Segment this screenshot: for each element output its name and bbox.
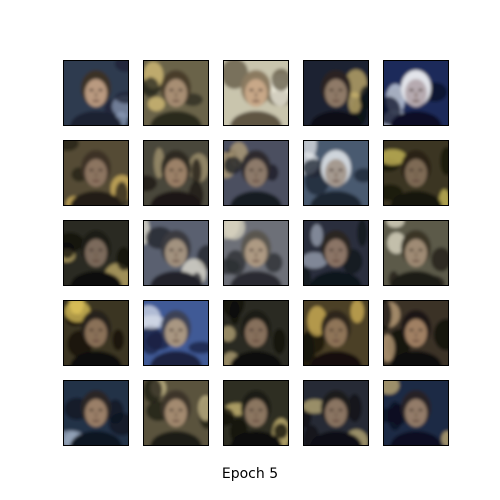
generated-face-image <box>304 301 368 365</box>
sample-tile <box>303 300 369 366</box>
sample-tile <box>303 60 369 126</box>
sample-tile <box>383 140 449 206</box>
sample-tile <box>223 140 289 206</box>
generated-face-image <box>144 301 208 365</box>
generated-face-image <box>64 141 128 205</box>
sample-tile <box>383 220 449 286</box>
generated-face-image <box>64 61 128 125</box>
generated-face-image <box>224 301 288 365</box>
sample-tile <box>383 60 449 126</box>
sample-tile <box>303 140 369 206</box>
sample-tile <box>303 380 369 446</box>
sample-tile <box>63 220 129 286</box>
sample-tile <box>223 380 289 446</box>
sample-grid <box>63 60 451 446</box>
generated-face-image <box>144 141 208 205</box>
epoch-caption: Epoch 5 <box>221 466 279 482</box>
sample-tile <box>383 380 449 446</box>
generated-face-image <box>384 301 448 365</box>
figure-canvas: Epoch 5 <box>0 0 500 500</box>
sample-tile <box>63 380 129 446</box>
sample-tile <box>143 300 209 366</box>
generated-face-image <box>144 221 208 285</box>
generated-face-image <box>384 381 448 445</box>
sample-tile <box>63 60 129 126</box>
sample-tile <box>223 60 289 126</box>
generated-face-image <box>64 221 128 285</box>
generated-face-image <box>304 61 368 125</box>
generated-face-image <box>304 141 368 205</box>
sample-tile <box>143 380 209 446</box>
generated-face-image <box>144 381 208 445</box>
sample-tile <box>383 300 449 366</box>
sample-tile <box>143 220 209 286</box>
sample-tile <box>143 140 209 206</box>
generated-face-image <box>384 61 448 125</box>
generated-face-image <box>384 141 448 205</box>
generated-face-image <box>304 381 368 445</box>
generated-face-image <box>144 61 208 125</box>
sample-tile <box>303 220 369 286</box>
sample-tile <box>223 220 289 286</box>
generated-face-image <box>224 221 288 285</box>
generated-face-image <box>64 301 128 365</box>
generated-face-image <box>224 141 288 205</box>
sample-tile <box>63 140 129 206</box>
sample-tile <box>223 300 289 366</box>
sample-tile <box>63 300 129 366</box>
generated-face-image <box>224 381 288 445</box>
generated-face-image <box>304 221 368 285</box>
generated-face-image <box>384 221 448 285</box>
generated-face-image <box>224 61 288 125</box>
generated-face-image <box>64 381 128 445</box>
sample-tile <box>143 60 209 126</box>
